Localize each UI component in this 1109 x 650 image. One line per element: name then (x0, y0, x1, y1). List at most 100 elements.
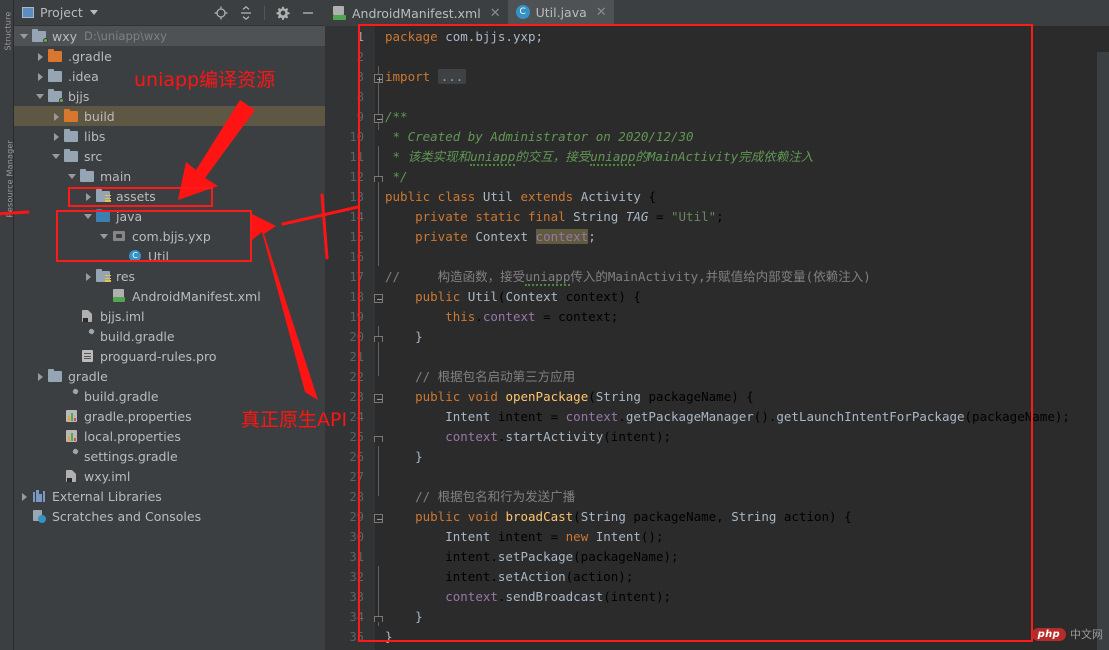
chevron-right-icon[interactable] (52, 132, 61, 141)
tree-item-res[interactable]: res (14, 266, 325, 286)
chevron-down-icon[interactable] (68, 172, 77, 181)
tree-item-label: wxy (52, 28, 78, 44)
gradle-icon (64, 449, 79, 463)
chevron-right-icon[interactable] (36, 72, 45, 81)
tree-item-label: libs (84, 128, 106, 144)
tree-item-label: .gradle (68, 48, 112, 64)
tree-item-libs[interactable]: libs (14, 126, 325, 146)
properties-icon (64, 409, 79, 423)
watermark-text: 中文网 (1070, 628, 1103, 641)
annotation-uniapp-compile-resource: uniapp编译资源 (134, 69, 276, 91)
gradle-icon (64, 389, 79, 403)
tree-item-label: res (116, 268, 136, 284)
tree-item-label: src (84, 148, 103, 164)
locate-icon[interactable] (214, 6, 228, 20)
chevron-down-icon[interactable] (36, 92, 45, 101)
folder-grey-icon (48, 369, 63, 383)
folder-grey-icon (64, 149, 79, 163)
tree-item-settings-gradle[interactable]: settings.gradle (14, 446, 325, 466)
tree-item-proguard-rules-pro[interactable]: proguard-rules.pro (14, 346, 325, 366)
tree-item-label: build.gradle (84, 388, 159, 404)
tree-item-build[interactable]: build (14, 106, 325, 126)
java-class-icon: C (515, 5, 530, 19)
tree-item-wxy-iml[interactable]: wxy.iml (14, 466, 325, 486)
tree-item-build-gradle[interactable]: build.gradle (14, 326, 325, 346)
chevron-right-icon[interactable] (36, 372, 45, 381)
tab-close-icon[interactable]: ✕ (596, 5, 607, 20)
toolbar-divider (264, 5, 265, 20)
tree-item-label: build.gradle (100, 328, 175, 344)
tree-item-wxy[interactable]: wxy D:\uniapp\wxy (14, 26, 325, 46)
tree-item-label: gradle (68, 368, 108, 384)
tree-item-label: External Libraries (52, 488, 162, 504)
annotation-box-editor (358, 24, 1033, 642)
tree-item-label: build (84, 108, 115, 124)
tree-item-label: local.properties (84, 428, 181, 444)
tool-tab-structure[interactable]: Structure (4, 3, 13, 50)
tree-item-label: bjjs (68, 88, 90, 104)
tree-item-label: proguard-rules.pro (100, 348, 217, 364)
folder-module-icon (48, 89, 64, 103)
tab-util-java[interactable]: C Util.java ✕ (507, 0, 614, 26)
editor-tab-bar: AndroidManifest.xml ✕ C Util.java ✕ (325, 0, 1109, 26)
folder-module-icon (32, 29, 48, 43)
collapse-all-icon[interactable] (239, 5, 253, 20)
minimize-icon[interactable] (301, 6, 315, 20)
chevron-down-icon[interactable] (52, 152, 61, 161)
folder-grey-icon (80, 169, 95, 183)
tab-label: Util.java (535, 4, 587, 20)
folder-grey-icon (48, 69, 63, 83)
tab-close-icon[interactable]: ✕ (490, 6, 501, 21)
ide-window: Structure Resource Manager Project wxy D… (0, 0, 1109, 650)
project-panel-header: Project (14, 0, 325, 26)
chevron-right-icon[interactable] (20, 492, 29, 501)
folder-orange-icon (64, 109, 79, 123)
annotation-box-java-package (56, 210, 252, 262)
tree-item-bjjs-iml[interactable]: bjjs.iml (14, 306, 325, 326)
tree-item-path: D:\uniapp\wxy (84, 29, 167, 43)
project-panel-title: Project (40, 5, 83, 20)
tree-item-androidmanifest-xml[interactable]: AndroidManifest.xml (14, 286, 325, 306)
tree-item-gradle[interactable]: .gradle (14, 46, 325, 66)
tree-item-scratches-and-consoles[interactable]: Scratches and Consoles (14, 506, 325, 526)
chevron-right-icon[interactable] (52, 112, 61, 121)
tab-label: AndroidManifest.xml (352, 5, 481, 21)
folder-orange-icon (48, 49, 63, 63)
manifest-icon (333, 6, 346, 20)
tab-androidmanifest-xml[interactable]: AndroidManifest.xml ✕ (325, 0, 508, 26)
tree-item-src[interactable]: src (14, 146, 325, 166)
tree-item-main[interactable]: main (14, 166, 325, 186)
project-icon (22, 7, 34, 18)
tree-item-label: settings.gradle (84, 448, 178, 464)
tree-item-external-libraries[interactable]: External Libraries (14, 486, 325, 506)
tree-item-label: wxy.iml (84, 468, 131, 484)
editor-scrollbar[interactable] (1097, 52, 1109, 650)
tree-item-label: main (100, 168, 132, 184)
properties-icon (64, 429, 79, 443)
chevron-right-icon[interactable] (36, 52, 45, 61)
gradle-icon (80, 329, 95, 343)
php-logo: php (1031, 627, 1066, 641)
watermark: php 中文网 (1031, 626, 1103, 642)
iml-icon (64, 469, 79, 483)
tree-item-build-gradle[interactable]: build.gradle (14, 386, 325, 406)
folder-res-icon (96, 269, 111, 283)
chevron-right-icon[interactable] (84, 272, 93, 281)
tree-item-label: bjjs.iml (100, 308, 145, 324)
chevron-down-icon[interactable] (20, 32, 29, 41)
project-tree[interactable]: wxy D:\uniapp\wxy .gradle .idea bjjs build lib… (14, 26, 325, 650)
tree-item-label: gradle.properties (84, 408, 192, 424)
chevron-down-icon[interactable] (89, 10, 98, 15)
tree-item-gradle[interactable]: gradle (14, 366, 325, 386)
annotation-real-native-api: 真正原生API (241, 409, 348, 431)
settings-gear-icon[interactable] (276, 6, 290, 20)
pro-icon (80, 349, 95, 363)
